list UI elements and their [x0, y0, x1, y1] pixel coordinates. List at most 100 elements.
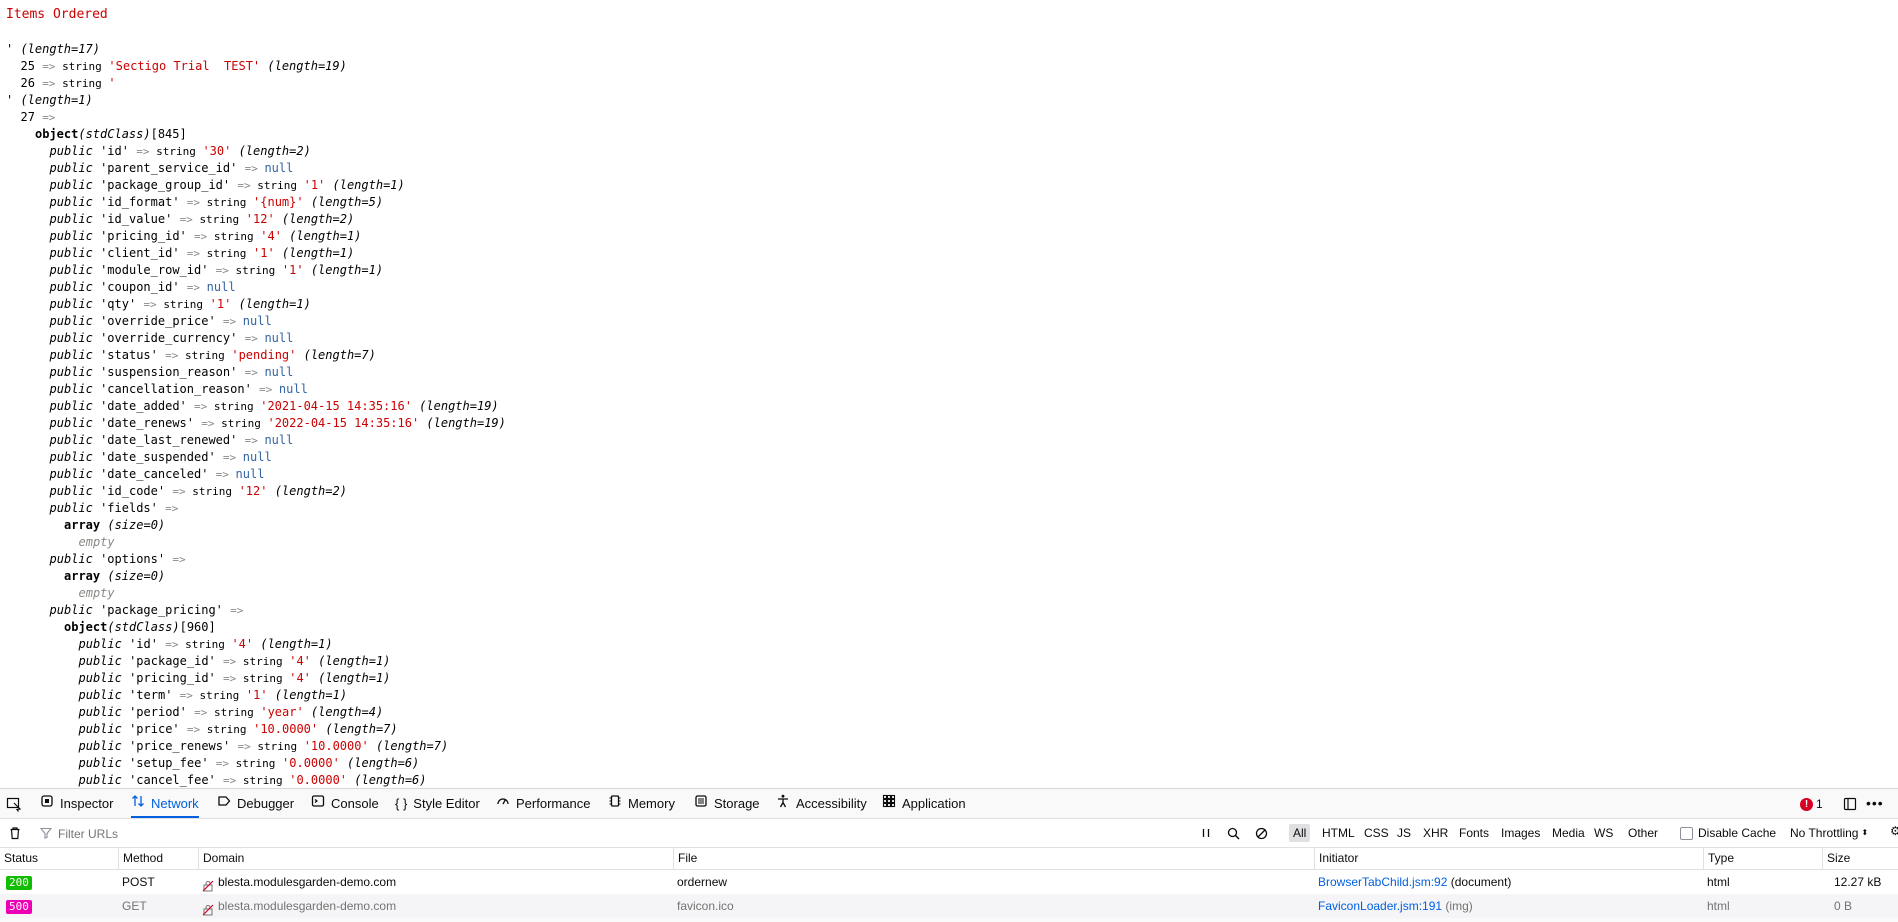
throttling-select[interactable]: No Throttling ⬍	[1790, 824, 1868, 842]
dump-line: public 'package_pricing' =>	[50, 602, 244, 619]
requests-table-header: Status Method Domain File Initiator Type…	[0, 848, 1898, 870]
dump-line: public 'client_id' => string '1' (length…	[50, 245, 355, 262]
dump-token: (stdClass)	[78, 127, 151, 141]
dump-token: =>	[244, 162, 265, 175]
dump-token: 'date_canceled'	[100, 467, 216, 481]
dump-token: '4'	[289, 671, 311, 685]
block-requests-icon[interactable]	[1255, 827, 1268, 840]
dump-token: public	[49, 280, 101, 294]
dump-token: string	[62, 77, 109, 90]
tab-performance[interactable]: Performance	[496, 789, 590, 818]
dump-token: (length=1)	[303, 263, 384, 277]
devtools-panel: Inspector Network Debugger Console { } S…	[0, 788, 1898, 922]
tab-inspector[interactable]: Inspector	[40, 789, 113, 818]
dump-token: (length=1)	[310, 671, 391, 685]
filter-xhr[interactable]: XHR	[1419, 824, 1452, 842]
filter-css[interactable]: CSS	[1360, 824, 1393, 842]
tab-memory[interactable]: Memory	[608, 789, 675, 818]
filter-fonts[interactable]: Fonts	[1455, 824, 1493, 842]
dump-token: string	[199, 689, 246, 702]
tab-debugger[interactable]: Debugger	[217, 789, 294, 818]
dump-token: 'date_suspended'	[100, 450, 223, 464]
dump-token: 27	[20, 110, 43, 124]
dump-token: public	[49, 212, 101, 226]
dump-token: string	[156, 145, 203, 158]
column-type[interactable]: Type	[1703, 848, 1822, 869]
element-picker-icon[interactable]	[6, 796, 22, 812]
dump-token: 'package_pricing'	[100, 603, 231, 617]
tab-console[interactable]: Console	[311, 789, 379, 818]
error-count-badge[interactable]: ! 1	[1800, 796, 1823, 812]
dump-token: public	[49, 144, 101, 158]
dump-token: public	[49, 178, 101, 192]
disable-cache-toggle[interactable]: Disable Cache	[1680, 824, 1776, 842]
request-row[interactable]: 200 POST blesta.modulesgarden-demo.com o…	[0, 870, 1898, 894]
dump-token: string	[242, 672, 290, 685]
dump-token: string	[213, 706, 261, 719]
dump-token: 'period'	[129, 705, 195, 719]
tab-accessibility[interactable]: Accessibility	[776, 789, 867, 818]
filter-media[interactable]: Media	[1548, 824, 1589, 842]
request-file: ordernew	[677, 875, 728, 889]
request-method: POST	[122, 875, 155, 889]
dump-token: =>	[244, 366, 265, 379]
dump-token: public	[78, 705, 130, 719]
disable-cache-checkbox[interactable]	[1680, 826, 1693, 840]
filter-js[interactable]: JS	[1393, 824, 1415, 842]
request-size: 12.27 kB	[1834, 875, 1882, 889]
dump-line: 27 =>	[21, 109, 56, 126]
status-badge: 500	[6, 900, 32, 914]
style-editor-icon: { }	[395, 795, 408, 811]
accessibility-icon	[776, 789, 790, 818]
filter-urls-input[interactable]	[56, 823, 560, 845]
column-initiator[interactable]: Initiator	[1314, 848, 1703, 869]
dump-line: public 'date_suspended' => null	[50, 449, 272, 466]
tab-application[interactable]: Application	[882, 789, 966, 818]
filter-ws[interactable]: WS	[1590, 824, 1617, 842]
dump-token: (length=2)	[231, 144, 311, 158]
dump-token: =>	[223, 672, 243, 685]
dump-token: object	[35, 127, 79, 141]
dump-token: public	[49, 603, 101, 617]
dump-token: 'id'	[129, 637, 166, 651]
tab-storage[interactable]: Storage	[694, 789, 760, 818]
filter-images[interactable]: Images	[1497, 824, 1544, 842]
search-icon[interactable]	[1227, 827, 1240, 840]
filter-other[interactable]: Other	[1624, 824, 1662, 842]
dump-token: =>	[215, 757, 236, 770]
column-file[interactable]: File	[673, 848, 1314, 869]
initiator-link[interactable]: BrowserTabChild.jsm:92	[1318, 875, 1447, 889]
pause-icon[interactable]	[1200, 827, 1212, 839]
settings-icon[interactable]: ⚙	[1890, 824, 1898, 838]
tab-network[interactable]: Network	[131, 789, 199, 818]
column-method[interactable]: Method	[118, 848, 198, 869]
dock-side-icon[interactable]	[1843, 797, 1857, 811]
dump-token: 'date_last_renewed'	[100, 433, 245, 447]
dump-line: public 'id_value' => string '12' (length…	[50, 211, 355, 228]
clear-requests-icon[interactable]	[8, 826, 22, 840]
tab-style-editor[interactable]: { } Style Editor	[395, 789, 480, 818]
dump-token: string	[213, 400, 261, 413]
dump-token: string	[242, 655, 290, 668]
dump-token: 'id_value'	[100, 212, 180, 226]
filter-all[interactable]: All	[1289, 824, 1311, 842]
request-domain: blesta.modulesgarden-demo.com	[198, 870, 673, 894]
dump-token: string	[62, 60, 109, 73]
dump-line: public 'override_price' => null	[50, 313, 272, 330]
dump-token: 'date_added'	[100, 399, 194, 413]
filter-html[interactable]: HTML	[1318, 824, 1359, 842]
dump-token: '30'	[202, 144, 232, 158]
column-domain[interactable]: Domain	[198, 848, 673, 869]
dump-line: ' (length=17)	[6, 41, 100, 58]
more-options-icon[interactable]: •••	[1866, 796, 1884, 810]
dump-token: public	[49, 195, 101, 209]
request-row[interactable]: 500 GET blesta.modulesgarden-demo.com fa…	[0, 894, 1898, 918]
column-size[interactable]: Size	[1822, 848, 1898, 869]
dump-token: (length=4)	[303, 705, 384, 719]
column-status[interactable]: Status	[0, 848, 118, 869]
dump-token: =>	[172, 553, 186, 566]
dump-token: 'parent_service_id'	[100, 161, 245, 175]
dump-line: public 'fields' =>	[50, 500, 179, 517]
initiator-link[interactable]: FaviconLoader.jsm:191	[1318, 899, 1442, 913]
dump-token: (length=1)	[274, 246, 355, 260]
